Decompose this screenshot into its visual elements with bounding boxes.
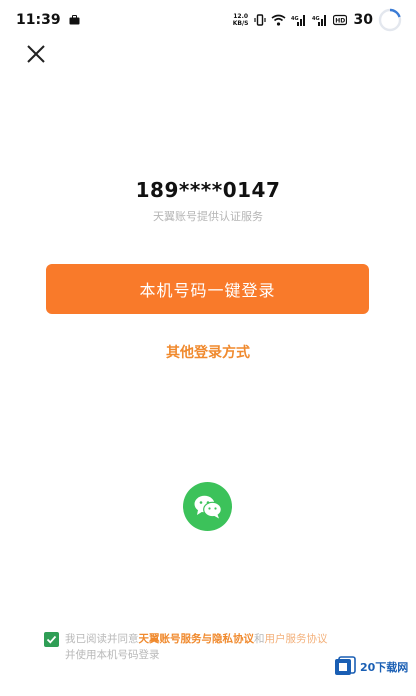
masked-phone-number: 189****0147 [135, 178, 281, 202]
tianyi-privacy-agreement-link[interactable]: 天翼账号服务与隐私协议 [139, 633, 255, 645]
agreement-checkbox[interactable] [44, 632, 59, 647]
svg-text:4G: 4G [312, 16, 320, 22]
battery-level: 30 [353, 12, 373, 28]
wifi-icon [271, 14, 286, 26]
status-right: 12.0 KB/S 4G 4G HD 30 [233, 8, 402, 32]
network-speed: 12.0 KB/S [233, 13, 249, 27]
close-icon [27, 45, 45, 63]
user-service-agreement-link[interactable]: 用户服务协议 [265, 633, 328, 645]
watermark-logo-icon [335, 656, 356, 675]
auth-provider-note: 天翼账号提供认证服务 [153, 210, 263, 223]
svg-text:HD: HD [335, 18, 345, 25]
status-bar: 11:39 12.0 KB/S 4G 4G HD 30 [0, 0, 416, 40]
agreement-conj: 和 [254, 633, 265, 645]
signal-icon-2: 4G [312, 14, 328, 26]
status-time: 11:39 [16, 12, 61, 28]
network-speed-value: 12.0 [233, 13, 249, 20]
agreement-prefix: 我已阅读并同意 [65, 633, 139, 645]
other-login-methods-link[interactable]: 其他登录方式 [0, 342, 416, 362]
login-screen: 11:39 12.0 KB/S 4G 4G HD 30 189****0147 … [0, 0, 416, 696]
svg-text:4G: 4G [291, 16, 299, 22]
close-button[interactable] [22, 40, 50, 68]
hd-icon: HD [332, 14, 347, 26]
site-watermark: 20下载网 [334, 656, 408, 678]
network-speed-unit: KB/S [232, 20, 249, 27]
agreement-text: 我已阅读并同意天翼账号服务与隐私协议和用户服务协议 并使用本机号码登录 [65, 631, 328, 663]
status-left: 11:39 [16, 12, 80, 28]
briefcase-icon [69, 15, 80, 25]
wechat-icon [194, 495, 222, 518]
check-icon [46, 635, 57, 644]
vibrate-icon [253, 14, 266, 26]
battery-ring-icon [378, 8, 402, 32]
watermark-text: 20下载网 [360, 661, 409, 674]
one-click-login-button[interactable]: 本机号码一键登录 [46, 264, 369, 314]
agreement-line2: 并使用本机号码登录 [65, 649, 160, 661]
wechat-login-button[interactable] [183, 482, 232, 531]
signal-icon-1: 4G [291, 14, 307, 26]
agreement-row: 我已阅读并同意天翼账号服务与隐私协议和用户服务协议 并使用本机号码登录 [44, 631, 374, 663]
